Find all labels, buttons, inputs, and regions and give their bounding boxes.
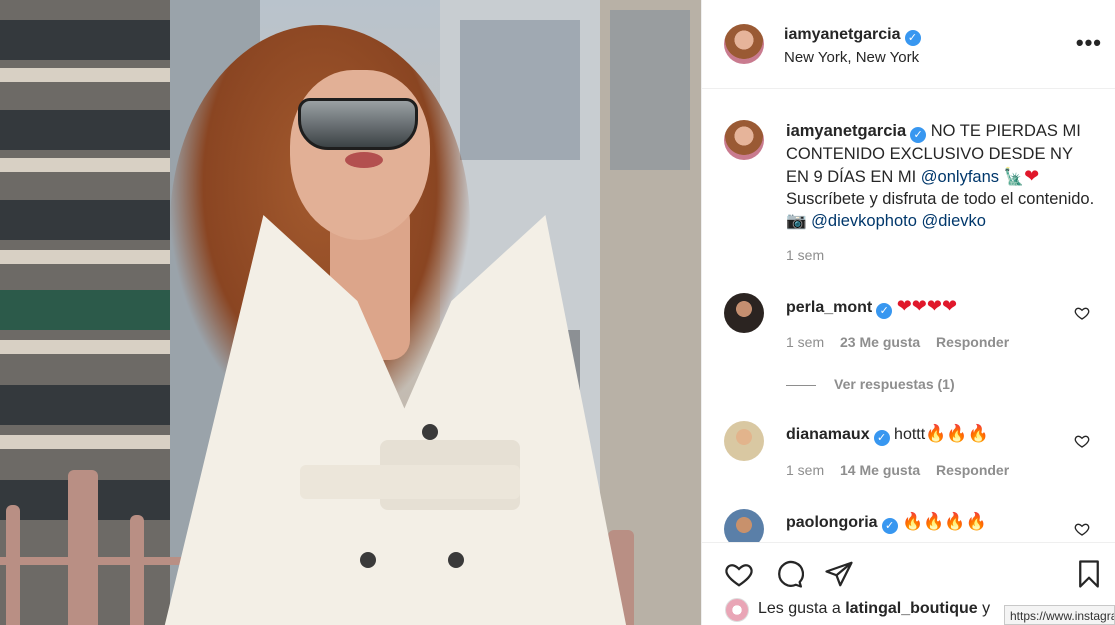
camera-emoji: 📷 [786, 212, 807, 230]
liked-by-username[interactable]: latingal_boutique [845, 600, 977, 617]
fire-emoji: 🔥🔥🔥🔥 [902, 512, 987, 531]
comment-username[interactable]: paolongoria ✓ 🔥🔥🔥🔥 [786, 512, 987, 534]
commenter-avatar[interactable] [724, 293, 764, 333]
liked-by-text: Les gusta a latingal_boutique y [758, 600, 990, 618]
caption-text-2: Suscríbete y disfruta de todo el conteni… [786, 190, 1095, 208]
comment-bubble-icon[interactable] [774, 559, 805, 589]
more-options-icon[interactable]: ••• [1076, 30, 1102, 56]
liked-by-suffix: y [982, 600, 991, 617]
comment-username[interactable]: perla_mont ✓ ❤❤❤❤ [786, 296, 957, 319]
commenter-avatar[interactable] [724, 421, 764, 461]
like-comment-heart-icon[interactable] [1074, 521, 1090, 537]
coat-button [360, 552, 376, 568]
coat-button [422, 424, 438, 440]
coat-button [448, 552, 464, 568]
like-comment-heart-icon[interactable] [1074, 305, 1090, 321]
reply-button[interactable]: Responder [936, 462, 1009, 478]
mention-onlyfans[interactable]: @onlyfans [921, 168, 999, 186]
comment-text: hottt [894, 426, 926, 443]
caption-username[interactable]: iamyanetgarcia [786, 122, 906, 140]
verified-badge-icon: ✓ [910, 127, 927, 143]
comment-likes[interactable]: 23 Me gusta [840, 334, 920, 350]
mention-dievko[interactable]: @dievko [921, 212, 985, 230]
author-username[interactable]: iamyanetgarcia ✓ [784, 26, 921, 46]
comment-username-text[interactable]: dianamaux [786, 426, 870, 443]
coat-belt [300, 465, 520, 499]
comment-meta: 1 sem 23 Me gusta Responder [786, 334, 1009, 350]
verified-badge-icon: ✓ [881, 518, 898, 534]
mention-dievkophoto[interactable]: @dievkophoto [811, 212, 917, 230]
comment-username-text[interactable]: perla_mont [786, 299, 872, 316]
verified-badge-icon: ✓ [876, 303, 893, 319]
share-paper-plane-icon[interactable] [824, 559, 854, 589]
post-side-panel: iamyanetgarcia ✓ New York, New York ••• i… [701, 0, 1115, 625]
view-replies-button[interactable]: Ver respuestas (1) [786, 376, 955, 392]
comment-time[interactable]: 1 sem [786, 334, 824, 350]
save-bookmark-icon[interactable] [1074, 559, 1104, 589]
commenter-avatar[interactable] [724, 509, 764, 542]
comment-text: ❤❤❤❤ [896, 296, 958, 316]
verified-badge-icon: ✓ [904, 30, 921, 46]
liked-by-prefix: Les gusta a [758, 600, 841, 617]
caption-author-avatar[interactable] [724, 120, 764, 160]
post-photo[interactable] [0, 0, 701, 625]
post-location[interactable]: New York, New York [784, 49, 919, 66]
statue-of-liberty-emoji: 🗽 [1003, 168, 1025, 186]
caption-time[interactable]: 1 sem [786, 247, 824, 263]
author-avatar[interactable] [724, 24, 764, 64]
like-comment-heart-icon[interactable] [1074, 433, 1090, 449]
reply-button[interactable]: Responder [936, 334, 1009, 350]
post-header: iamyanetgarcia ✓ New York, New York ••• [702, 0, 1115, 89]
red-heart-emoji: ❤ [1024, 166, 1040, 186]
verified-badge-icon: ✓ [873, 430, 890, 446]
caption: iamyanetgarcia ✓ NO TE PIERDAS MI CONTENI… [786, 120, 1096, 232]
like-heart-icon[interactable] [724, 559, 754, 589]
comment-time[interactable]: 1 sem [786, 462, 824, 478]
comment-username[interactable]: dianamaux ✓ hottt🔥🔥🔥 [786, 424, 989, 446]
comment-likes[interactable]: 14 Me gusta [840, 462, 920, 478]
fire-emoji: 🔥🔥🔥 [925, 424, 989, 443]
browser-status-url: https://www.instagram.com/ [1004, 605, 1115, 625]
comments-list[interactable]: iamyanetgarcia ✓ NO TE PIERDAS MI CONTENI… [702, 90, 1115, 542]
comment-meta: 1 sem 14 Me gusta Responder [786, 462, 1009, 478]
lips [345, 152, 383, 168]
comment-username-text[interactable]: paolongoria [786, 514, 878, 531]
liker-avatar[interactable] [725, 598, 749, 622]
author-username-text[interactable]: iamyanetgarcia [784, 26, 901, 43]
sunglasses [298, 98, 418, 150]
